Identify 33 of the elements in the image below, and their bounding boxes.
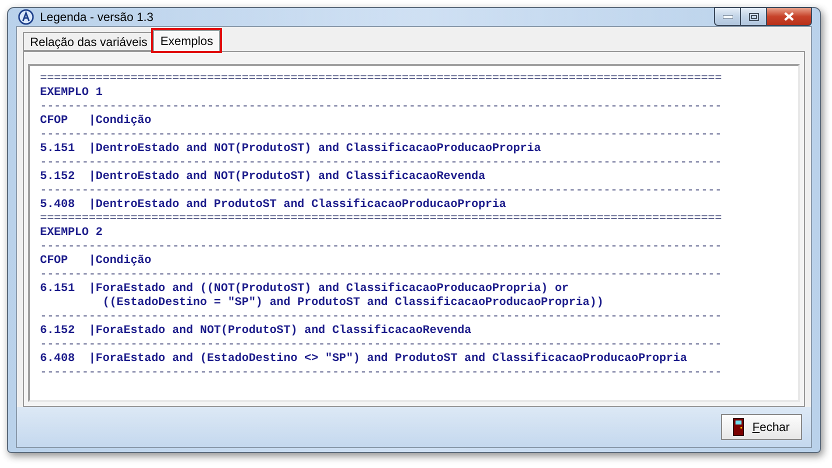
separator-line: --------------------------------------------------------------------------------------------------	[40, 100, 723, 114]
separator-line: --------------------------------------------------------------------------------------------------	[40, 338, 723, 352]
memo-line: CFOP |Condição	[40, 114, 152, 128]
minimize-icon	[722, 14, 732, 18]
memo-line: EXEMPLO 1	[40, 86, 104, 100]
maximize-button[interactable]	[740, 7, 767, 26]
memo-line: 5.408 |DentroEstado and ProdutoST and ClassificacaoProducaoPropria	[40, 198, 508, 212]
memo-line: 5.152 |DentroEstado and NOT(ProdutoST) and ClassificacaoRevenda	[40, 170, 486, 184]
close-icon	[784, 12, 794, 21]
memo-line: 6.151 |ForaEstado and ((NOT(ProdutoST) and ClassificacaoProducaoPropria) or	[40, 282, 570, 296]
close-button[interactable]	[766, 7, 812, 26]
app-logo-icon	[18, 9, 34, 25]
memo-line: 5.151 |DentroEstado and NOT(ProdutoST) and ClassificacaoProducaoPropria	[40, 142, 542, 156]
separator-line: --------------------------------------------------------------------------------------------------	[40, 240, 723, 254]
memo-line: 6.408 |ForaEstado and (EstadoDestino <> "SP") and ProdutoST and ClassificacaoProducaoPropria	[40, 352, 688, 366]
close-dialog-button[interactable]: Fechar	[721, 414, 802, 440]
memo-line: 6.152 |ForaEstado and NOT(ProdutoST) and ClassificacaoRevenda	[40, 324, 472, 338]
window-title: Legenda - versão 1.3	[40, 10, 154, 24]
separator-line: --------------------------------------------------------------------------------------------------	[40, 184, 723, 198]
door-icon	[733, 418, 744, 436]
separator-line: ==================================================================================================	[40, 72, 723, 86]
separator-line: --------------------------------------------------------------------------------------------------	[40, 310, 723, 324]
tab[interactable]: Exemplos	[153, 30, 220, 51]
separator-line: ==================================================================================================	[40, 212, 723, 226]
separator-line: --------------------------------------------------------------------------------------------------	[40, 156, 723, 170]
memo-line: EXEMPLO 2	[40, 226, 104, 240]
separator-line: --------------------------------------------------------------------------------------------------	[40, 268, 723, 282]
separator-line: --------------------------------------------------------------------------------------------------	[40, 128, 723, 142]
memo-line: CFOP |Condição	[40, 254, 152, 268]
maximize-icon	[748, 12, 758, 20]
separator-line: --------------------------------------------------------------------------------------------------	[40, 366, 723, 380]
minimize-button[interactable]	[714, 7, 741, 26]
memo-line: ((EstadoDestino = "SP") and ProdutoST and ClassificacaoProducaoPropria))	[102, 296, 605, 310]
